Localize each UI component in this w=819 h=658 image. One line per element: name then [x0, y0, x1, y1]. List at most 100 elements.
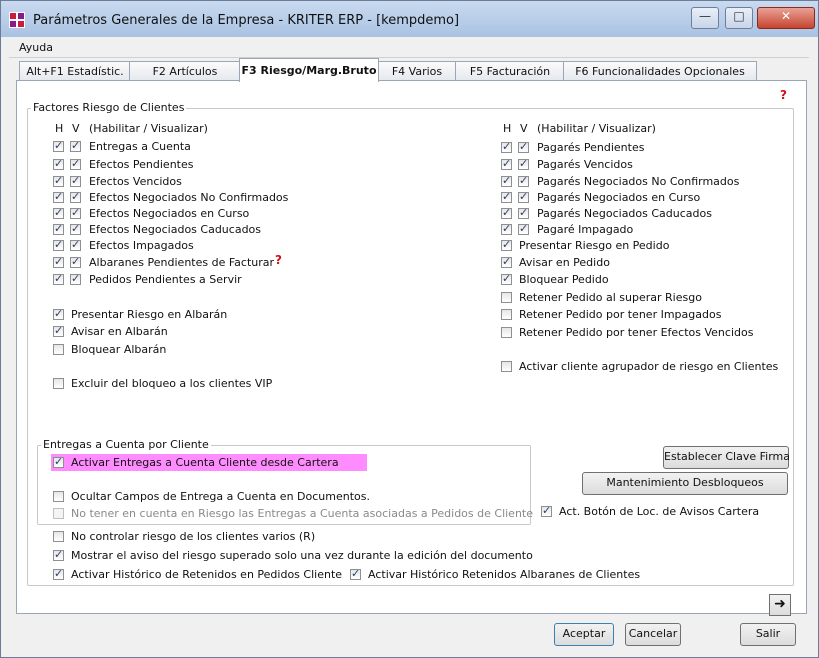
tab-facturacion[interactable]: F5 Facturación [455, 61, 565, 81]
checkbox-h-efectos-en-curso[interactable] [53, 206, 64, 219]
tab-varios[interactable]: F4 Varios [377, 61, 457, 81]
checkbox-h-efectos-caducados[interactable] [53, 222, 64, 235]
checkbox-h-efectos-vencidos[interactable] [53, 174, 64, 187]
checkbox-retener-superar-riesgo[interactable] [501, 292, 512, 303]
tab-riesgo[interactable]: F3 Riesgo/Marg.Bruto [239, 58, 379, 82]
label-presentar-riesgo-albaran: Presentar Riesgo en Albarán [71, 308, 228, 321]
question-mark-icon[interactable]: ? [780, 88, 787, 102]
label-retener-superar-riesgo: Retener Pedido al superar Riesgo [519, 291, 702, 304]
checkbox-h-pagare-impagado[interactable] [501, 222, 512, 235]
checkbox-h-efectos-impagados[interactable] [53, 238, 64, 251]
label-pagares-no-confirmados: Pagarés Negociados No Confirmados [537, 175, 740, 188]
next-page-button[interactable]: ➜ [769, 594, 791, 616]
checkbox-historico-albaranes[interactable] [350, 567, 361, 580]
checkbox-h-pedidos-pendientes[interactable] [53, 272, 64, 285]
checkbox-v-efectos-no-confirmados[interactable] [70, 190, 81, 203]
checkbox-h-efectos-pendientes[interactable] [53, 157, 64, 170]
label-pagares-en-curso: Pagarés Negociados en Curso [537, 191, 701, 204]
label-activar-entregas: Activar Entregas a Cuenta Cliente desde … [71, 456, 339, 469]
header-h-right: H [503, 122, 512, 135]
arrow-right-icon: ➜ [774, 596, 786, 612]
checkbox-v-efectos-en-curso[interactable] [70, 206, 81, 219]
checkbox-historico-pedidos[interactable] [53, 567, 64, 580]
close-icon: ✕ [780, 9, 792, 23]
main-window: Parámetros Generales de la Empresa - KRI… [0, 0, 819, 658]
title-bar[interactable]: Parámetros Generales de la Empresa - KRI… [1, 1, 818, 37]
checkbox-h-pagares-caducados[interactable] [501, 206, 512, 219]
checkbox-h-pagares-no-confirmados[interactable] [501, 174, 512, 187]
label-retener-impagados: Retener Pedido por tener Impagados [519, 308, 722, 321]
checkbox-v-pagares-no-confirmados[interactable] [518, 174, 529, 187]
tab-funcionalidades[interactable]: F6 Funcionalidades Opcionales [563, 61, 757, 81]
label-efectos-impagados: Efectos Impagados [89, 239, 194, 252]
checkbox-v-entregas[interactable] [70, 139, 81, 152]
checkbox-h-pagares-vencidos[interactable] [501, 157, 512, 170]
tab-estadisticas[interactable]: Alt+F1 Estadístic. [19, 61, 131, 81]
label-bloquear-pedido: Bloquear Pedido [519, 273, 609, 286]
checkbox-v-efectos-impagados[interactable] [70, 238, 81, 251]
maximize-button[interactable]: □ [725, 7, 753, 29]
checkbox-no-tener-en-cuenta[interactable] [53, 508, 64, 519]
checkbox-avisar-pedido[interactable] [501, 255, 512, 268]
label-retener-efectos-vencidos: Retener Pedido por tener Efectos Vencido… [519, 326, 754, 339]
label-act-boton-avisos: Act. Botón de Loc. de Avisos Cartera [559, 505, 760, 518]
checkbox-v-efectos-pendientes[interactable] [70, 157, 81, 170]
checkbox-h-entregas[interactable] [53, 139, 64, 152]
menu-ayuda[interactable]: Ayuda [19, 41, 53, 54]
checkbox-v-albaranes-pendientes[interactable] [70, 255, 81, 268]
checkbox-h-pagares-pendientes[interactable] [501, 140, 512, 153]
checkbox-presentar-riesgo-pedido[interactable] [501, 238, 512, 251]
tab-articulos[interactable]: F2 Artículos [129, 61, 241, 81]
checkbox-excluir-vip[interactable] [53, 378, 64, 389]
cancelar-button[interactable]: Cancelar [625, 623, 681, 646]
label-bloquear-albaran: Bloquear Albarán [71, 343, 167, 356]
label-entregas-cuenta: Entregas a Cuenta [89, 140, 191, 153]
label-cliente-agrupador: Activar cliente agrupador de riesgo en C… [519, 360, 779, 373]
close-button[interactable]: ✕ [757, 7, 815, 29]
label-pagares-caducados: Pagarés Negociados Caducados [537, 207, 712, 220]
checkbox-avisar-albaran[interactable] [53, 324, 64, 337]
header-v-left: V [72, 122, 80, 135]
label-avisar-albaran: Avisar en Albarán [71, 325, 168, 338]
checkbox-ocultar-campos[interactable] [53, 491, 64, 502]
checkbox-v-pedidos-pendientes[interactable] [70, 272, 81, 285]
label-pagares-pendientes: Pagarés Pendientes [537, 141, 645, 154]
checkbox-presentar-riesgo-albaran[interactable] [53, 307, 64, 320]
checkbox-v-efectos-vencidos[interactable] [70, 174, 81, 187]
checkbox-v-pagares-caducados[interactable] [518, 206, 529, 219]
checkbox-bloquear-pedido[interactable] [501, 272, 512, 285]
checkbox-h-efectos-no-confirmados[interactable] [53, 190, 64, 203]
minimize-button[interactable]: — [691, 7, 719, 29]
label-pagare-impagado: Pagaré Impagado [537, 223, 634, 236]
window-title: Parámetros Generales de la Empresa - KRI… [33, 13, 460, 28]
salir-button[interactable]: Salir [740, 623, 796, 646]
checkbox-cliente-agrupador[interactable] [501, 361, 512, 372]
checkbox-h-pagares-en-curso[interactable] [501, 190, 512, 203]
label-pedidos-pendientes: Pedidos Pendientes a Servir [89, 273, 242, 286]
label-no-tener-en-cuenta: No tener en cuenta en Riesgo las Entrega… [71, 507, 533, 520]
label-no-controlar-varios: No controlar riesgo de los clientes vari… [71, 530, 316, 543]
checkbox-v-pagares-pendientes[interactable] [518, 140, 529, 153]
checkbox-v-pagare-impagado[interactable] [518, 222, 529, 235]
checkbox-act-boton-avisos[interactable] [541, 504, 552, 517]
checkbox-v-pagares-en-curso[interactable] [518, 190, 529, 203]
factores-title: Factores Riesgo de Clientes [31, 101, 187, 114]
mantenimiento-desbloqueos-button[interactable]: Mantenimiento Desbloqueos [582, 472, 788, 495]
checkbox-no-controlar-varios[interactable] [53, 531, 64, 542]
checkbox-v-pagares-vencidos[interactable] [518, 157, 529, 170]
menu-bar: Ayuda [9, 39, 809, 58]
checkbox-bloquear-albaran[interactable] [53, 344, 64, 355]
checkbox-mostrar-aviso-una-vez[interactable] [53, 548, 64, 561]
establecer-clave-firma-button[interactable]: Establecer Clave Firma [663, 446, 790, 469]
checkbox-v-efectos-caducados[interactable] [70, 222, 81, 235]
aceptar-button[interactable]: Aceptar [554, 623, 614, 646]
checkbox-retener-efectos-vencidos[interactable] [501, 327, 512, 338]
question-mark-icon[interactable]: ? [275, 253, 282, 267]
maximize-icon: □ [733, 9, 745, 23]
checkbox-retener-impagados[interactable] [501, 309, 512, 320]
checkbox-h-albaranes-pendientes[interactable] [53, 255, 64, 268]
entregas-title: Entregas a Cuenta por Cliente [41, 438, 211, 451]
label-pagares-vencidos: Pagarés Vencidos [537, 158, 633, 171]
label-presentar-riesgo-pedido: Presentar Riesgo en Pedido [519, 239, 670, 252]
checkbox-activar-entregas[interactable] [53, 455, 64, 468]
